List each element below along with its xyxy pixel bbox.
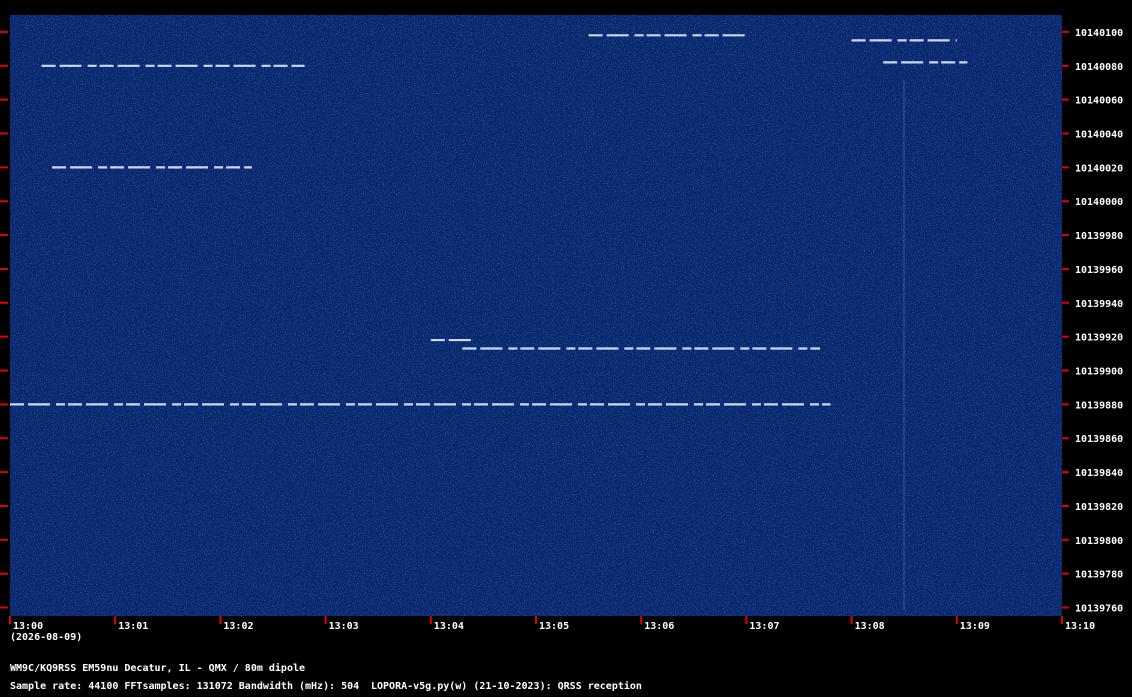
x-tick-label: 13:09 — [960, 621, 990, 632]
y-tick-label: 10139800 — [1075, 536, 1123, 547]
y-tick-label: 10140000 — [1075, 197, 1123, 208]
date-label: (2026-08-09) — [10, 632, 83, 643]
y-tick-label: 10139760 — [1075, 604, 1123, 615]
x-axis-ticks: 13:00 13:01 13:02 13:03 13:04 13:05 13:06 13:07… — [9, 616, 1095, 632]
y-tick-label: 10139820 — [1075, 502, 1123, 513]
x-tick-label: 13:07 — [749, 621, 779, 632]
y-tick-label: 10139980 — [1075, 231, 1123, 242]
y-tick-label: 10139860 — [1075, 434, 1123, 445]
x-tick-label: 13:08 — [855, 621, 885, 632]
x-tick-label: 13:03 — [329, 621, 359, 632]
y-tick-label: 10140040 — [1075, 130, 1123, 141]
x-tick-label: 13:02 — [223, 621, 253, 632]
y-tick-label: 10140020 — [1075, 163, 1123, 174]
y-tick-label: 10139960 — [1075, 265, 1123, 276]
x-tick-label: 13:01 — [118, 621, 148, 632]
y-tick-label: 10140100 — [1075, 28, 1123, 39]
y-tick-label: 10139900 — [1075, 367, 1123, 378]
y-tick-label: 10139840 — [1075, 468, 1123, 479]
x-tick-label: 13:05 — [539, 621, 569, 632]
spectrogram-chart: 13:00 13:01 13:02 13:03 13:04 13:05 13:06 13:07… — [0, 15, 1123, 632]
y-tick-label: 10139940 — [1075, 299, 1123, 310]
x-tick-label: 13:10 — [1065, 621, 1095, 632]
y-tick-label: 10140060 — [1075, 96, 1123, 107]
y-tick-label: 10139920 — [1075, 333, 1123, 344]
x-tick-label: 13:04 — [434, 621, 464, 632]
x-tick-label: 13:06 — [644, 621, 674, 632]
software-info: LOPORA-v5g.py(w) (21-10-2023): QRSS rece… — [371, 681, 642, 692]
x-tick-label: 13:00 — [13, 621, 43, 632]
y-tick-label: 10139780 — [1075, 570, 1123, 581]
capture-parameters: Sample rate: 44100 FFTsamples: 131072 Ba… — [10, 681, 360, 692]
y-tick-label: 10139880 — [1075, 400, 1123, 411]
y-tick-label: 10140080 — [1075, 62, 1123, 73]
station-info: WM9C/KQ9RSS EM59nu Decatur, IL - QMX / 8… — [10, 663, 306, 674]
